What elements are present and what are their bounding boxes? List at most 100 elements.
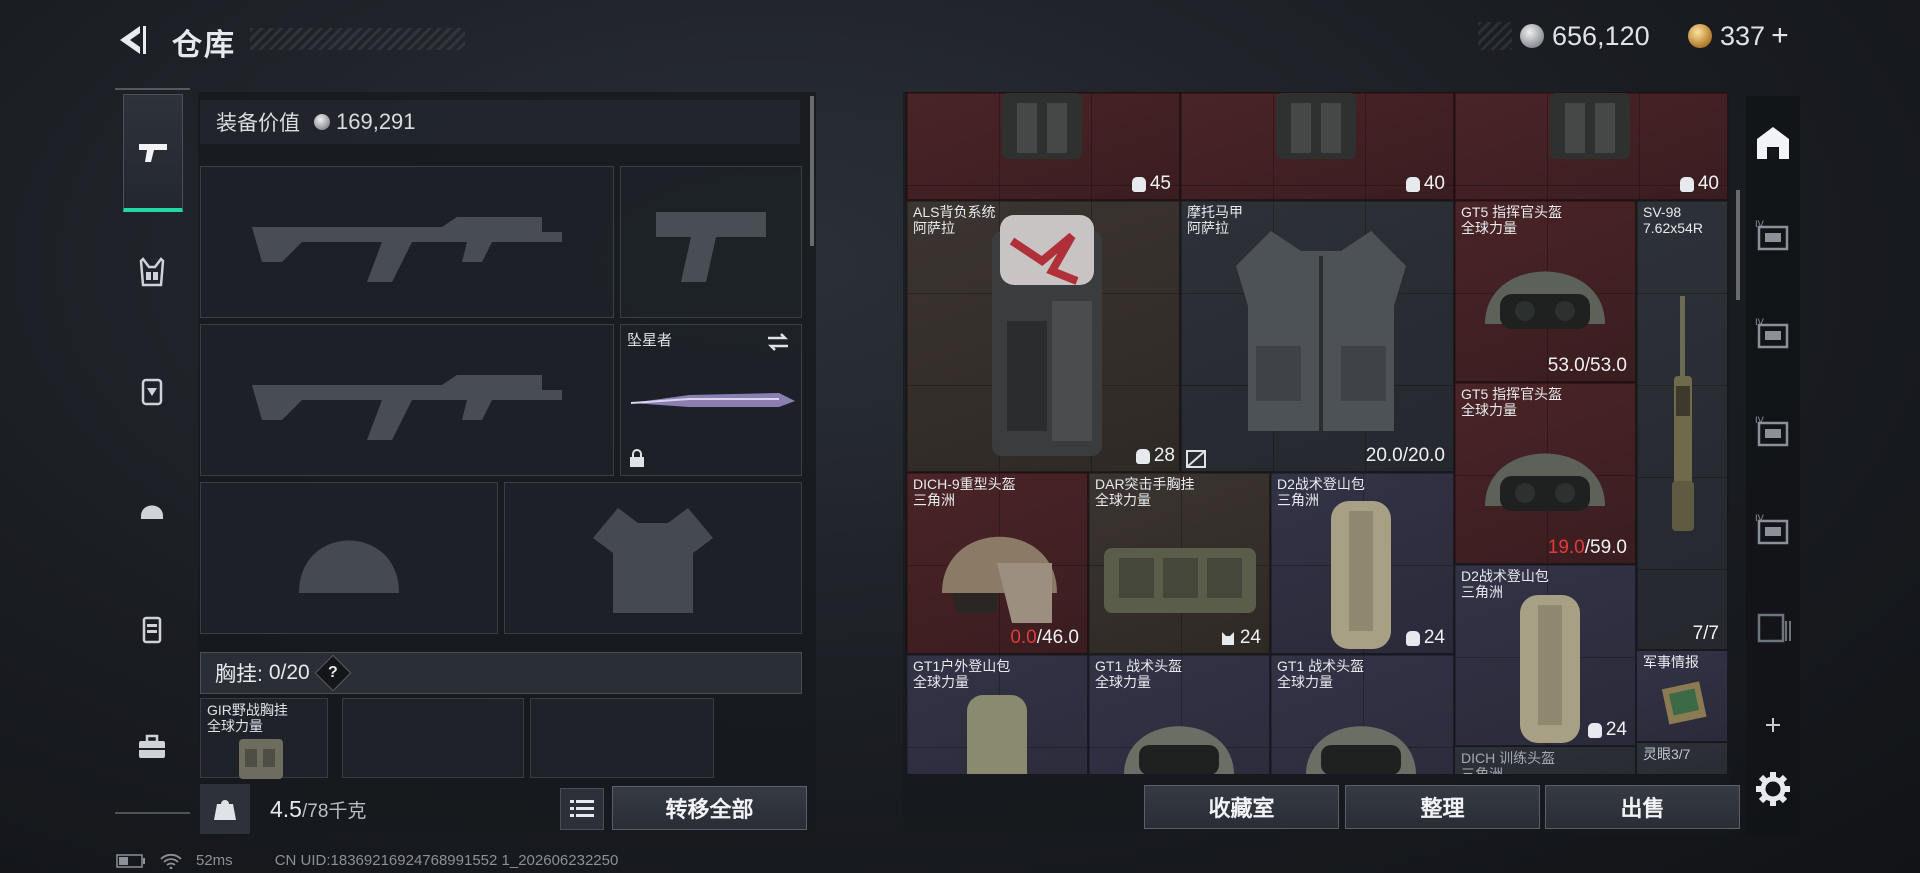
bag-icon (1679, 176, 1694, 192)
storage-tab-home[interactable] (1750, 120, 1796, 166)
storage-tab-2[interactable]: IV (1750, 312, 1796, 358)
storage-item-gt5-helmet[interactable]: GT5 指挥官头盔 全球力量 19.0/59.0 (1454, 382, 1636, 564)
storage-item-als-backpack[interactable]: ALS背负系统 阿萨拉 28 (906, 200, 1180, 472)
swap-icon[interactable] (765, 331, 791, 353)
storage-item-gt1-helmet[interactable]: GT1 战术头盔 全球力量 (1088, 654, 1270, 774)
status-bar: 52ms CN UID:18369216924768991552 1_20260… (116, 852, 618, 869)
transfer-all-button[interactable]: 转移全部 (612, 786, 807, 830)
storage-tab-3[interactable]: IV (1750, 410, 1796, 456)
item-durability: 19.0/59.0 (1547, 537, 1627, 558)
vest-item-icon (1236, 231, 1406, 431)
storage-crate-icon: IV (1755, 514, 1789, 545)
helmet-item-icon (1124, 726, 1234, 774)
secondary-weapon-slot[interactable] (620, 166, 802, 318)
no-repair-icon (1186, 450, 1206, 468)
rifle-silhouette-icon (252, 217, 562, 282)
armor-slot[interactable] (504, 482, 802, 634)
chest-rig-count: 0/20 (268, 661, 310, 684)
pocket-slot-2[interactable] (342, 698, 524, 778)
helmet-slot[interactable] (200, 482, 498, 634)
storage-item-moto-vest[interactable]: 摩托马甲 阿萨拉 20.0/20.0 (1180, 200, 1454, 472)
storage-item-sv98[interactable]: SV-98 7.62x54R 7/7 (1636, 200, 1728, 650)
chest-rig-label: 胸挂: (215, 663, 263, 686)
storage-item-gt1-pack[interactable]: GT1户外登山包 全球力量 (906, 654, 1088, 774)
sniper-rifle-icon (1672, 296, 1694, 531)
storage-item-dich-training-helmet[interactable]: DICH 训练头盔 三角洲 (1454, 746, 1636, 774)
storage-item-gt5-helmet[interactable]: GT5 指挥官头盔 全球力量 53.0/53.0 (1454, 200, 1636, 382)
bag-icon (1131, 176, 1146, 192)
pocket-slot-3[interactable] (530, 698, 714, 778)
gold-amount: 337 (1720, 20, 1766, 51)
category-helmet[interactable] (123, 480, 181, 538)
storage-shelf-icon (1757, 613, 1791, 643)
helmet-item-icon (1306, 726, 1416, 774)
gold-currency[interactable]: 337 + (1688, 18, 1789, 54)
silver-coin-icon (314, 114, 330, 130)
storage-tab-5[interactable] (1750, 604, 1796, 650)
storage-item-spirit-eye[interactable]: 灵眼3/7 (1636, 742, 1728, 774)
helmet-icon (141, 505, 163, 519)
helmet-silhouette-icon (299, 540, 399, 593)
pocket-slot-1[interactable]: GIR野战胸挂 全球力量 (200, 698, 328, 779)
add-storage-button[interactable] (1750, 702, 1796, 748)
gear-icon (1756, 772, 1790, 806)
storage-crate-icon: IV (1755, 220, 1789, 251)
item-durability: 53.0/53.0 (1547, 355, 1627, 376)
add-currency-button[interactable]: + (1771, 19, 1789, 53)
item-quantity: 45 (1131, 173, 1171, 195)
silver-currency: 656,120 (1520, 18, 1650, 54)
storage-item-d2-backpack[interactable]: D2战术登山包 三角洲 24 (1454, 564, 1636, 746)
storage-tab-4[interactable]: IV (1750, 508, 1796, 554)
tertiary-weapon-slot[interactable] (200, 324, 614, 476)
list-icon (570, 800, 594, 817)
collection-room-button[interactable]: 收藏室 (1144, 785, 1339, 829)
header-decoration (1478, 22, 1512, 50)
storage-item-dar-rig[interactable]: DAR突击手胸挂 全球力量 24 (1088, 472, 1270, 654)
heavy-helmet-item-icon (942, 536, 1057, 623)
helmet-item-icon (1485, 271, 1605, 329)
item-quantity: 40 (1405, 173, 1445, 195)
item-quantity: 28 (1135, 445, 1175, 467)
category-chest-rig[interactable] (123, 243, 181, 301)
help-icon[interactable]: ? (314, 654, 352, 692)
pocket-item-name: GIR野战胸挂 (207, 702, 288, 718)
primary-weapon-slot[interactable] (200, 166, 614, 318)
storage-item-military-intel[interactable]: 军事情报 (1636, 650, 1728, 742)
backpack-item-icon (1520, 595, 1580, 743)
sell-button[interactable]: 出售 (1545, 785, 1740, 829)
melee-name: 坠星者 (627, 332, 673, 349)
storage-item[interactable]: 40 (1180, 92, 1454, 200)
category-armor[interactable] (123, 600, 181, 658)
pistol-icon (139, 143, 167, 162)
item-durability: 20.0/20.0 (1365, 445, 1445, 466)
item-quantity: 24 (1405, 627, 1445, 649)
storage-grid: 45 40 40 ALS背负系统 阿萨拉 28 摩托马甲 阿萨拉 20.0/20.0 (906, 92, 1728, 774)
category-backpack[interactable] (123, 362, 181, 420)
settings-button[interactable] (1750, 766, 1796, 812)
melee-slot[interactable]: 坠星者 (620, 324, 802, 476)
storage-crate-icon: IV (1755, 416, 1789, 447)
storage-tab-1[interactable]: IV (1750, 214, 1796, 260)
organize-button[interactable]: 整理 (1345, 785, 1540, 829)
battery-icon (116, 853, 145, 868)
equipment-value: 169,291 (336, 109, 416, 134)
loadout-scrollbar[interactable] (810, 96, 814, 246)
back-button[interactable] (112, 20, 152, 60)
armor-vest-icon (142, 616, 162, 644)
storage-scrollbar[interactable] (1736, 190, 1740, 300)
category-toolbox[interactable] (123, 718, 181, 776)
storage-item[interactable]: 45 (906, 92, 1180, 200)
chest-rig-icon (139, 257, 165, 287)
backpack-item-icon (1331, 501, 1391, 649)
helmet-item-icon (1485, 453, 1605, 511)
svg-text:IV: IV (1755, 220, 1765, 230)
category-weapons[interactable] (123, 94, 183, 212)
storage-item-d2-backpack[interactable]: D2战术登山包 三角洲 24 (1270, 472, 1454, 654)
list-view-button[interactable] (560, 788, 604, 830)
storage-item-dich9-helmet[interactable]: DICH-9重型头盔 三角洲 0.0/46.0 (906, 472, 1088, 654)
gold-coin-icon (1688, 24, 1712, 48)
storage-item[interactable]: 40 (1454, 92, 1728, 200)
page-title: 仓库 (172, 29, 236, 62)
storage-item-gt1-helmet[interactable]: GT1 战术头盔 全球力量 (1270, 654, 1454, 774)
backpack-item-icon (1550, 93, 1630, 159)
